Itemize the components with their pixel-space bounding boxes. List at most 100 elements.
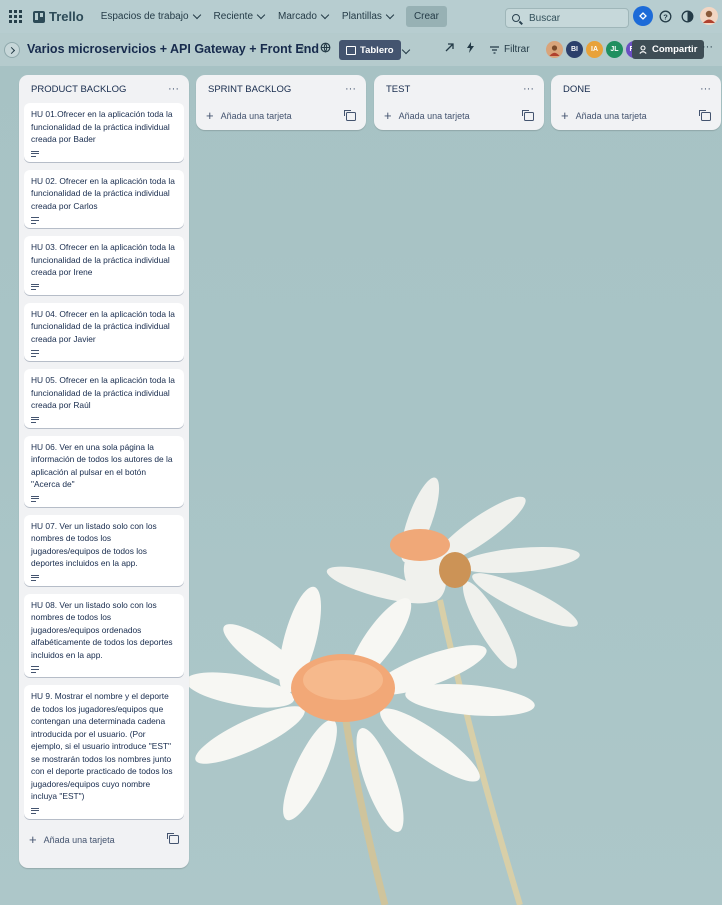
menu-starred-label: Marcado (278, 11, 317, 22)
card[interactable]: HU 06. Ver en una sola página la informa… (24, 435, 184, 507)
card-title: HU 02. Ofrecer en la aplicación toda la … (31, 175, 175, 211)
description-icon (31, 807, 39, 815)
card[interactable]: HU 04. Ofrecer en la aplicación toda la … (24, 302, 184, 361)
list-menu-icon[interactable]: ··· (168, 83, 179, 95)
board-title[interactable]: Varios microservicios + API Gateway + Fr… (27, 42, 319, 56)
list-sprint-backlog: SPRINT BACKLOG ··· + Añada una tarjeta (196, 75, 366, 130)
list-header: PRODUCT BACKLOG ··· (19, 75, 189, 103)
list-header: DONE ··· (551, 75, 721, 103)
board-view-icon (346, 45, 356, 55)
top-navigation-bar: Trello Espacios de trabajo Reciente Marc… (0, 0, 722, 34)
chevron-down-icon (320, 10, 330, 20)
theme-toggle-icon[interactable] (678, 7, 696, 25)
add-card-row: + Añada una tarjeta (19, 827, 189, 853)
member-avatar[interactable] (545, 40, 564, 59)
add-card-label: Añada una tarjeta (43, 834, 115, 845)
brand-name: Trello (49, 9, 84, 24)
list-title[interactable]: TEST (386, 84, 410, 95)
menu-templates[interactable]: Plantillas (335, 7, 400, 26)
create-from-template-icon[interactable] (344, 109, 356, 121)
share-button[interactable]: Compartir (632, 40, 705, 59)
add-card-button[interactable]: + Añada una tarjeta (384, 109, 470, 122)
user-avatar[interactable] (700, 7, 718, 25)
list-test: TEST ··· + Añada una tarjeta (374, 75, 544, 130)
list-done: DONE ··· + Añada una tarjeta (551, 75, 721, 130)
view-switcher-button[interactable]: Tablero (339, 40, 401, 60)
visibility-icon[interactable] (320, 42, 331, 56)
sidebar-expand-button[interactable] (4, 42, 20, 58)
filter-label: Filtrar (504, 44, 530, 55)
add-card-label: Añada una tarjeta (575, 111, 647, 121)
card[interactable]: HU 03. Ofrecer en la aplicación toda la … (24, 236, 184, 295)
add-card-row: + Añada una tarjeta (374, 103, 544, 129)
description-icon (31, 574, 39, 582)
create-from-template-icon[interactable] (167, 833, 179, 844)
member-avatar[interactable]: BI (565, 40, 584, 59)
board-members: BI IA JL RC (545, 40, 645, 59)
card-title: HU 06. Ver en una sola página la informa… (31, 441, 173, 490)
power-ups-icon[interactable] (444, 42, 455, 56)
description-icon (31, 416, 39, 424)
list-title[interactable]: DONE (563, 84, 590, 95)
list-menu-icon[interactable]: ··· (345, 83, 356, 95)
filter-icon (490, 45, 499, 54)
nav-menu: Espacios de trabajo Reciente Marcado Pla… (94, 6, 447, 27)
list-menu-icon[interactable]: ··· (523, 83, 534, 95)
add-card-button[interactable]: + Añada una tarjeta (206, 109, 292, 122)
create-from-template-icon[interactable] (522, 109, 534, 121)
search-input[interactable]: Buscar (505, 8, 629, 28)
card[interactable]: HU 9. Mostrar el nombre y el deporte de … (24, 685, 184, 819)
share-label: Compartir (652, 44, 698, 55)
add-card-label: Añada una tarjeta (220, 111, 292, 121)
chevron-down-icon (192, 10, 201, 20)
automation-icon[interactable] (466, 42, 475, 56)
list-title[interactable]: PRODUCT BACKLOG (31, 84, 126, 95)
menu-templates-label: Plantillas (341, 11, 382, 22)
menu-recent[interactable]: Reciente (207, 7, 271, 26)
member-avatar[interactable]: JL (605, 40, 624, 59)
list-title[interactable]: SPRINT BACKLOG (208, 84, 291, 95)
description-icon (31, 150, 39, 158)
description-icon (31, 283, 39, 291)
card-title: HU 9. Mostrar el nombre y el deporte de … (31, 691, 173, 801)
card[interactable]: HU 07. Ver un listado solo con los nombr… (24, 514, 184, 586)
app-switcher-icon[interactable] (9, 9, 23, 24)
card-title: HU 05. Ofrecer en la aplicación toda la … (31, 375, 175, 410)
chevron-right-icon (7, 46, 15, 54)
description-icon (31, 666, 39, 673)
add-card-label: Añada una tarjeta (398, 111, 470, 121)
help-icon[interactable]: ? (656, 7, 674, 25)
card-title: HU 03. Ofrecer en la aplicación toda la … (31, 242, 175, 277)
card[interactable]: HU 01.Ofrecer en la aplicación toda la f… (24, 103, 184, 162)
card[interactable]: HU 08. Ver un listado solo con los nombr… (24, 593, 184, 677)
view-options-chevron-icon[interactable] (401, 44, 411, 56)
card[interactable]: HU 05. Ofrecer en la aplicación toda la … (24, 369, 184, 428)
create-button[interactable]: Crear (405, 6, 447, 27)
star-icon[interactable]: ☆ (298, 42, 308, 55)
view-label: Tablero (360, 44, 394, 56)
add-card-row: + Añada una tarjeta (551, 103, 721, 129)
search-placeholder: Buscar (529, 12, 561, 24)
card-title: HU 08. Ver un listado solo con los nombr… (31, 599, 173, 660)
list-menu-icon[interactable]: ··· (700, 83, 711, 95)
add-card-button[interactable]: + Añada una tarjeta (561, 109, 647, 122)
notifications-icon[interactable] (633, 6, 653, 26)
board-menu-icon[interactable]: ··· (702, 41, 713, 53)
card-title: HU 01.Ofrecer en la aplicación toda la f… (31, 109, 173, 144)
card[interactable]: HU 02. Ofrecer en la aplicación toda la … (24, 169, 184, 228)
member-avatar[interactable]: IA (585, 40, 604, 59)
menu-recent-label: Reciente (213, 11, 253, 22)
add-card-button[interactable]: + Añada una tarjeta (29, 831, 115, 847)
create-from-template-icon[interactable] (699, 109, 711, 121)
search-icon (512, 14, 520, 22)
menu-workspaces[interactable]: Espacios de trabajo (94, 7, 207, 26)
list-header: TEST ··· (374, 75, 544, 103)
add-card-row: + Añada una tarjeta (196, 103, 366, 129)
plus-icon: + (29, 831, 37, 847)
menu-workspaces-label: Espacios de trabajo (100, 11, 189, 22)
list-header: SPRINT BACKLOG ··· (196, 75, 366, 103)
trello-logo[interactable]: Trello (33, 9, 84, 24)
filter-button[interactable]: Filtrar (490, 44, 530, 55)
menu-starred[interactable]: Marcado (271, 7, 335, 26)
description-icon (31, 350, 39, 357)
